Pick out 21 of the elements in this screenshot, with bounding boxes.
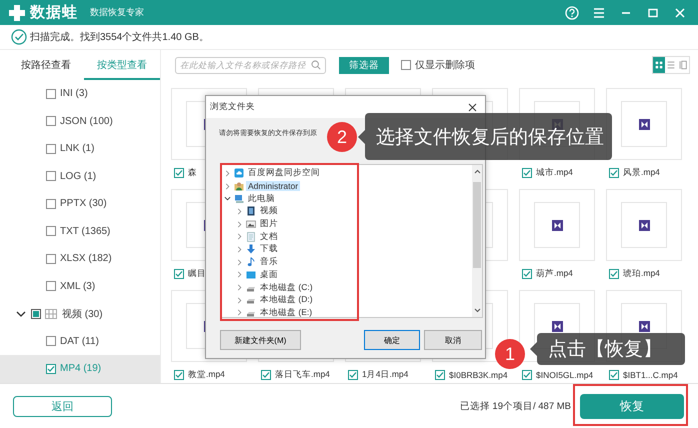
- file-name: 风景.mp4: [623, 166, 660, 178]
- selection-summary: 已选择 19个项目/ 487 MB: [460, 400, 571, 412]
- file-name: 1月4日.mp4: [362, 368, 408, 380]
- dialog-title: 浏览文件夹: [210, 101, 256, 113]
- callout-tooltip: 点击【恢复】: [530, 333, 685, 365]
- file-name: 葫芦.mp4: [536, 268, 573, 280]
- file-name: 教堂.mp4: [188, 368, 225, 380]
- app-name: 数据蛙: [30, 3, 78, 22]
- file-name: 琥珀.mp4: [623, 268, 660, 280]
- file-name: 瞩目: [188, 268, 206, 280]
- file-name: 森: [188, 166, 197, 178]
- step-number: 1: [495, 339, 525, 369]
- deleted-only-label: 仅显示删除项: [415, 59, 475, 72]
- file-name: 落日飞车.mp4: [275, 368, 330, 380]
- file-name: $IBT1...C.mp4: [623, 370, 678, 380]
- callout-tooltip: 选择文件恢复后的保存位置: [358, 113, 612, 160]
- scan-status-text: 扫描完成。找到3554个文件共1.40 GB。: [30, 30, 209, 44]
- app-subtitle: 数据恢复专家: [90, 6, 144, 19]
- file-name: $INOI5GL.mp4: [536, 370, 594, 380]
- file-name: 城市.mp4: [536, 166, 573, 178]
- file-name: $I0BRB3K.mp4: [449, 370, 508, 380]
